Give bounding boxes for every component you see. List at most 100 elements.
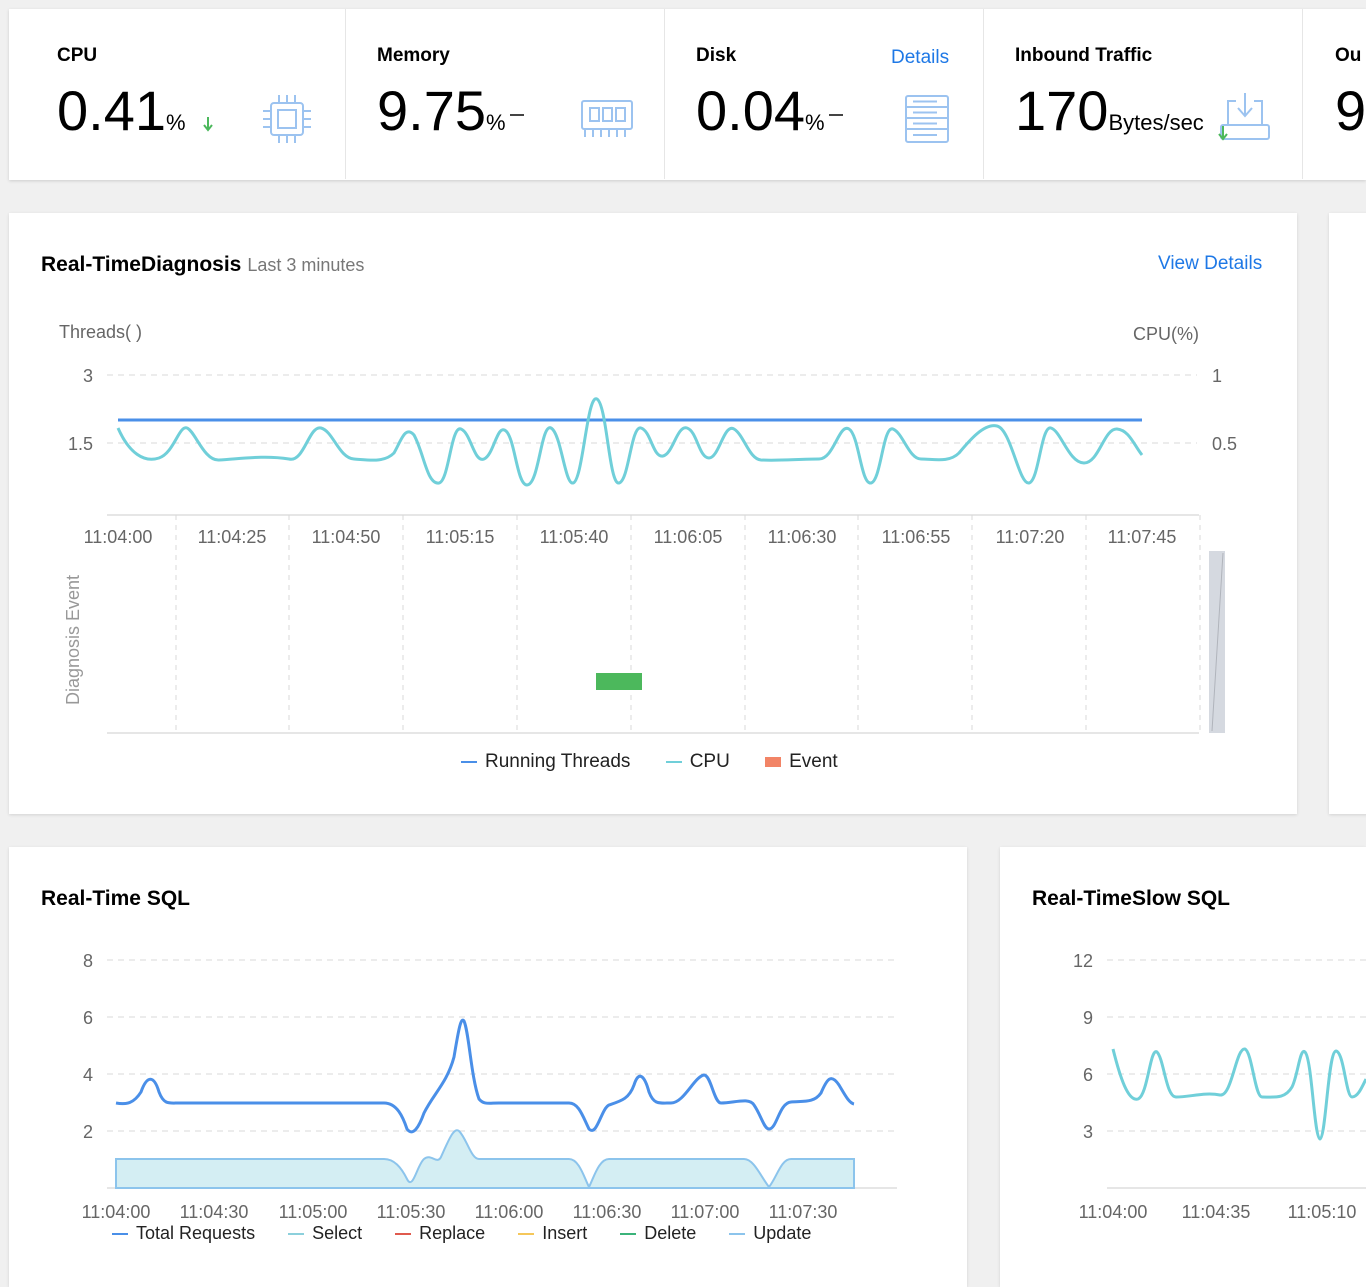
legend-item[interactable]: Select xyxy=(288,1223,362,1243)
diagnosis-x-ticks: 11:04:00 11:04:25 11:04:50 11:05:15 11:0… xyxy=(84,527,1177,547)
metric-title: Inbound Traffic xyxy=(1015,45,1153,66)
y-right-tick: 0.5 xyxy=(1212,434,1237,454)
x-tick: 11:04:50 xyxy=(312,527,381,547)
legend-label: Delete xyxy=(644,1223,697,1243)
trend-flat-icon xyxy=(509,114,524,117)
trend-down-icon xyxy=(201,87,215,143)
metric-memory: Memory 9.75% xyxy=(346,9,665,179)
cpu-icon xyxy=(259,91,315,152)
legend-swatch xyxy=(288,1233,305,1236)
x-tick: 11:06:05 xyxy=(654,527,723,547)
metric-title: CPU xyxy=(57,45,98,66)
y-tick: 9 xyxy=(1083,1008,1093,1028)
x-tick: 11:06:30 xyxy=(573,1202,642,1222)
metric-number: 170 xyxy=(1015,79,1109,142)
y-tick: 6 xyxy=(1083,1065,1093,1085)
legend-label: Update xyxy=(753,1223,812,1243)
diagnosis-legend: Running Threads CPU Event xyxy=(461,751,868,773)
legend-item[interactable]: Insert xyxy=(518,1223,587,1243)
y-left-axis-label: Threads( ) xyxy=(59,322,142,342)
legend-item[interactable]: Total Requests xyxy=(112,1223,255,1243)
sql-gridlines xyxy=(107,959,897,1132)
metric-number: 0.04 xyxy=(696,79,805,142)
legend-swatch xyxy=(112,1233,128,1236)
y-tick: 3 xyxy=(1083,1122,1093,1142)
y-right-axis-label: CPU(%) xyxy=(1133,324,1199,344)
side-panel xyxy=(1329,213,1366,814)
legend-swatch xyxy=(665,760,682,763)
cpu-line xyxy=(116,397,1144,487)
metric-unit: Bytes/sec xyxy=(1108,110,1204,135)
legend-label: Event xyxy=(789,751,838,772)
metric-number: 9.75 xyxy=(377,79,486,142)
legend-label: Insert xyxy=(542,1223,588,1243)
y-left-tick: 1.5 xyxy=(68,434,93,454)
x-tick: 11:05:00 xyxy=(279,1202,348,1222)
legend-swatch xyxy=(765,756,782,767)
x-tick: 11:07:00 xyxy=(671,1202,740,1222)
legend-swatch xyxy=(729,1233,746,1236)
trend-down-icon xyxy=(1216,123,1230,148)
metric-unit: % xyxy=(805,110,825,135)
x-tick: 11:05:10 xyxy=(1288,1202,1357,1222)
x-tick: 11:05:40 xyxy=(540,527,609,547)
legend-item[interactable]: Running Threads xyxy=(461,751,630,772)
metric-number: 0.41 xyxy=(57,79,166,142)
legend-swatch xyxy=(461,760,477,763)
metrics-bar: CPU 0.41% Memory 9.75% Disk Details 0.04… xyxy=(9,9,1366,180)
x-tick: 11:07:45 xyxy=(1108,527,1177,547)
select-area xyxy=(115,1129,855,1190)
legend-swatch xyxy=(518,1233,535,1236)
y-left-tick: 3 xyxy=(83,366,93,386)
trend-flat-icon xyxy=(828,114,843,117)
legend-swatch xyxy=(395,1233,412,1236)
metric-value: 9.75% xyxy=(377,83,524,139)
metric-number: 9 xyxy=(1335,79,1366,142)
legend-label: Replace xyxy=(419,1223,486,1243)
disk-details-link[interactable]: Details xyxy=(891,47,949,69)
y-tick: 12 xyxy=(1073,951,1093,971)
legend-item[interactable]: Replace xyxy=(395,1223,485,1243)
legend-item[interactable]: Update xyxy=(729,1223,811,1243)
event-grid xyxy=(175,515,1201,733)
x-tick: 11:05:15 xyxy=(426,527,495,547)
metric-outbound-traffic: Ou 9 xyxy=(1303,9,1366,179)
x-tick: 11:04:00 xyxy=(84,527,153,547)
legend-label: Select xyxy=(312,1223,363,1243)
x-tick: 11:07:20 xyxy=(996,527,1065,547)
x-tick: 11:04:00 xyxy=(1079,1202,1148,1222)
disk-icon xyxy=(903,93,951,150)
x-tick: 11:04:00 xyxy=(82,1202,151,1222)
metric-title: Ou xyxy=(1335,45,1362,66)
x-tick: 11:04:35 xyxy=(1182,1202,1251,1222)
memory-icon xyxy=(579,95,635,148)
x-tick: 11:06:55 xyxy=(882,527,951,547)
metric-title: Disk xyxy=(696,45,737,66)
sql-legend: Total Requests Select Replace Insert Del… xyxy=(112,1223,811,1244)
metric-cpu: CPU 0.41% xyxy=(9,9,346,179)
metric-unit: % xyxy=(166,110,186,135)
y-tick: 2 xyxy=(83,1122,93,1142)
metric-inbound-traffic: Inbound Traffic 170Bytes/sec xyxy=(984,9,1303,179)
x-tick: 11:06:30 xyxy=(768,527,837,547)
y-tick: 6 xyxy=(83,1008,93,1028)
x-tick: 11:07:30 xyxy=(769,1202,838,1222)
slow-sql-panel: Real-TimeSlow SQL 12 9 6 3 11:04:00 11:0… xyxy=(1000,847,1366,1287)
legend-item[interactable]: Delete xyxy=(620,1223,696,1243)
y-tick: 4 xyxy=(83,1065,93,1085)
total-requests-line xyxy=(115,1018,855,1134)
y-tick: 8 xyxy=(83,951,93,971)
slow-sql-line xyxy=(1111,1047,1366,1141)
metric-disk: Disk Details 0.04% xyxy=(665,9,984,179)
y-right-tick: 1 xyxy=(1212,366,1222,386)
legend-item[interactable]: Event xyxy=(765,751,838,772)
metric-value: 0.41% xyxy=(57,83,215,143)
realtime-sql-panel: Real-Time SQL 8 6 4 2 11:04:00 11:04:30 … xyxy=(9,847,967,1287)
metric-title: Memory xyxy=(377,45,450,66)
slow-sql-chart: 12 9 6 3 11:04:00 11:04:35 11:05:10 xyxy=(1073,951,1366,1222)
legend-swatch xyxy=(620,1233,637,1236)
legend-item[interactable]: CPU xyxy=(665,751,730,772)
event-bar[interactable] xyxy=(596,673,642,690)
legend-label: CPU xyxy=(689,751,730,772)
metric-value: 0.04% xyxy=(696,83,843,139)
